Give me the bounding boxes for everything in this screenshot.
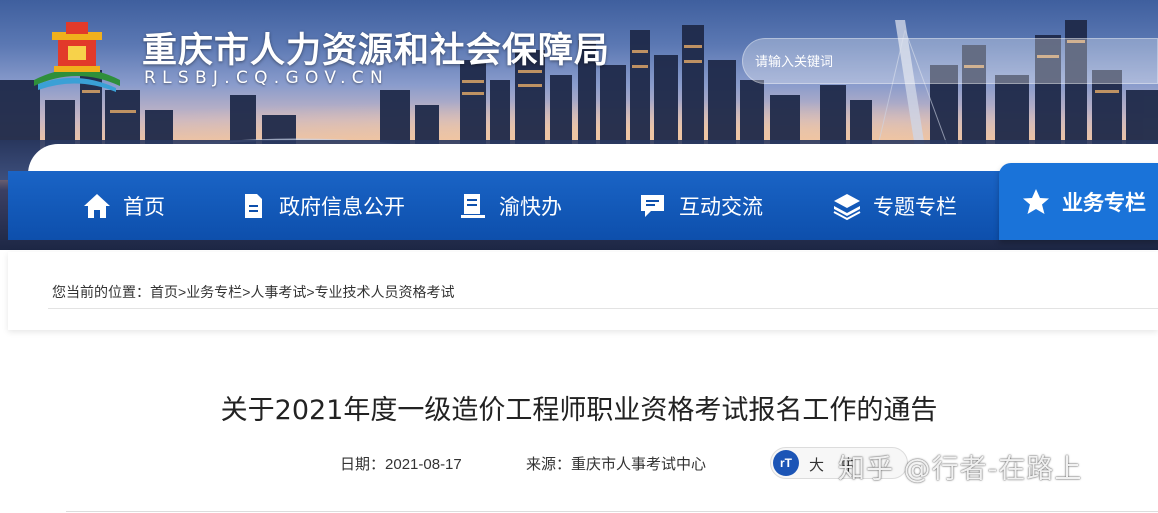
breadcrumb-link-personnel-exam[interactable]: 人事考试 (250, 284, 306, 300)
site-title: 重庆市人力资源和社会保障局 (142, 31, 611, 71)
article-date: 日期：2021-08-17 (340, 453, 462, 474)
breadcrumb: 您当前的位置：首页>业务专栏>人事考试>专业技术人员资格考试 (52, 282, 455, 302)
main-nav: 首页 政府信息公开 渝快办 互动交流 专题专栏 业务专栏 (8, 163, 1158, 240)
divider (66, 511, 1158, 512)
site-domain: RLSBJ.CQ.GOV.CN (144, 68, 389, 88)
breadcrumb-link-professional-exam[interactable]: 专业技术人员资格考试 (315, 284, 455, 300)
nav-item-gov-info[interactable]: 政府信息公开 (238, 171, 405, 240)
nav-item-home[interactable]: 首页 (82, 171, 165, 240)
nav-item-interaction[interactable]: 互动交流 (638, 171, 763, 240)
nav-item-label: 业务专栏 (1062, 190, 1146, 215)
breadcrumb-link-business[interactable]: 业务专栏 (186, 284, 242, 300)
nav-item-label: 政府信息公开 (279, 194, 405, 219)
search-input[interactable] (755, 47, 1135, 75)
bureau-logo-icon (34, 22, 120, 92)
article-source: 来源：重庆市人事考试中心 (526, 453, 706, 474)
watermark-text: 知乎 @行者-在路上 (838, 454, 1083, 485)
font-size-large-button[interactable]: 大 (809, 454, 824, 475)
breadcrumb-prefix: 您当前的位置： (52, 284, 150, 300)
document-icon (245, 193, 262, 218)
home-icon (84, 193, 110, 218)
nav-item-label: 专题专栏 (873, 194, 957, 219)
article-title: 关于2021年度一级造价工程师职业资格考试报名工作的通告 (220, 395, 938, 426)
nav-item-label: 渝快办 (499, 194, 562, 219)
font-size-icon: rT (773, 450, 799, 476)
star-icon (1023, 188, 1049, 214)
breadcrumb-link-home[interactable]: 首页 (150, 284, 178, 300)
breadcrumb-panel: 您当前的位置：首页>业务专栏>人事考试>专业技术人员资格考试 (8, 252, 1158, 330)
source-value: 重庆市人事考试中心 (571, 456, 707, 473)
layers-icon (833, 193, 861, 220)
nav-item-yukuaiban[interactable]: 渝快办 (458, 171, 562, 240)
book-icon (461, 193, 485, 218)
nav-item-label: 互动交流 (679, 194, 763, 219)
date-label: 日期： (340, 456, 386, 473)
search-box (742, 38, 1158, 84)
date-value: 2021-08-17 (385, 456, 462, 473)
nav-item-label: 首页 (123, 194, 165, 219)
breadcrumb-separator: > (306, 284, 315, 300)
chat-icon (641, 194, 664, 217)
divider (48, 308, 1158, 309)
nav-item-special-topics[interactable]: 专题专栏 (832, 171, 957, 240)
source-label: 来源： (526, 456, 572, 473)
breadcrumb-separator: > (178, 284, 187, 300)
nav-item-business[interactable]: 业务专栏 (999, 163, 1158, 240)
